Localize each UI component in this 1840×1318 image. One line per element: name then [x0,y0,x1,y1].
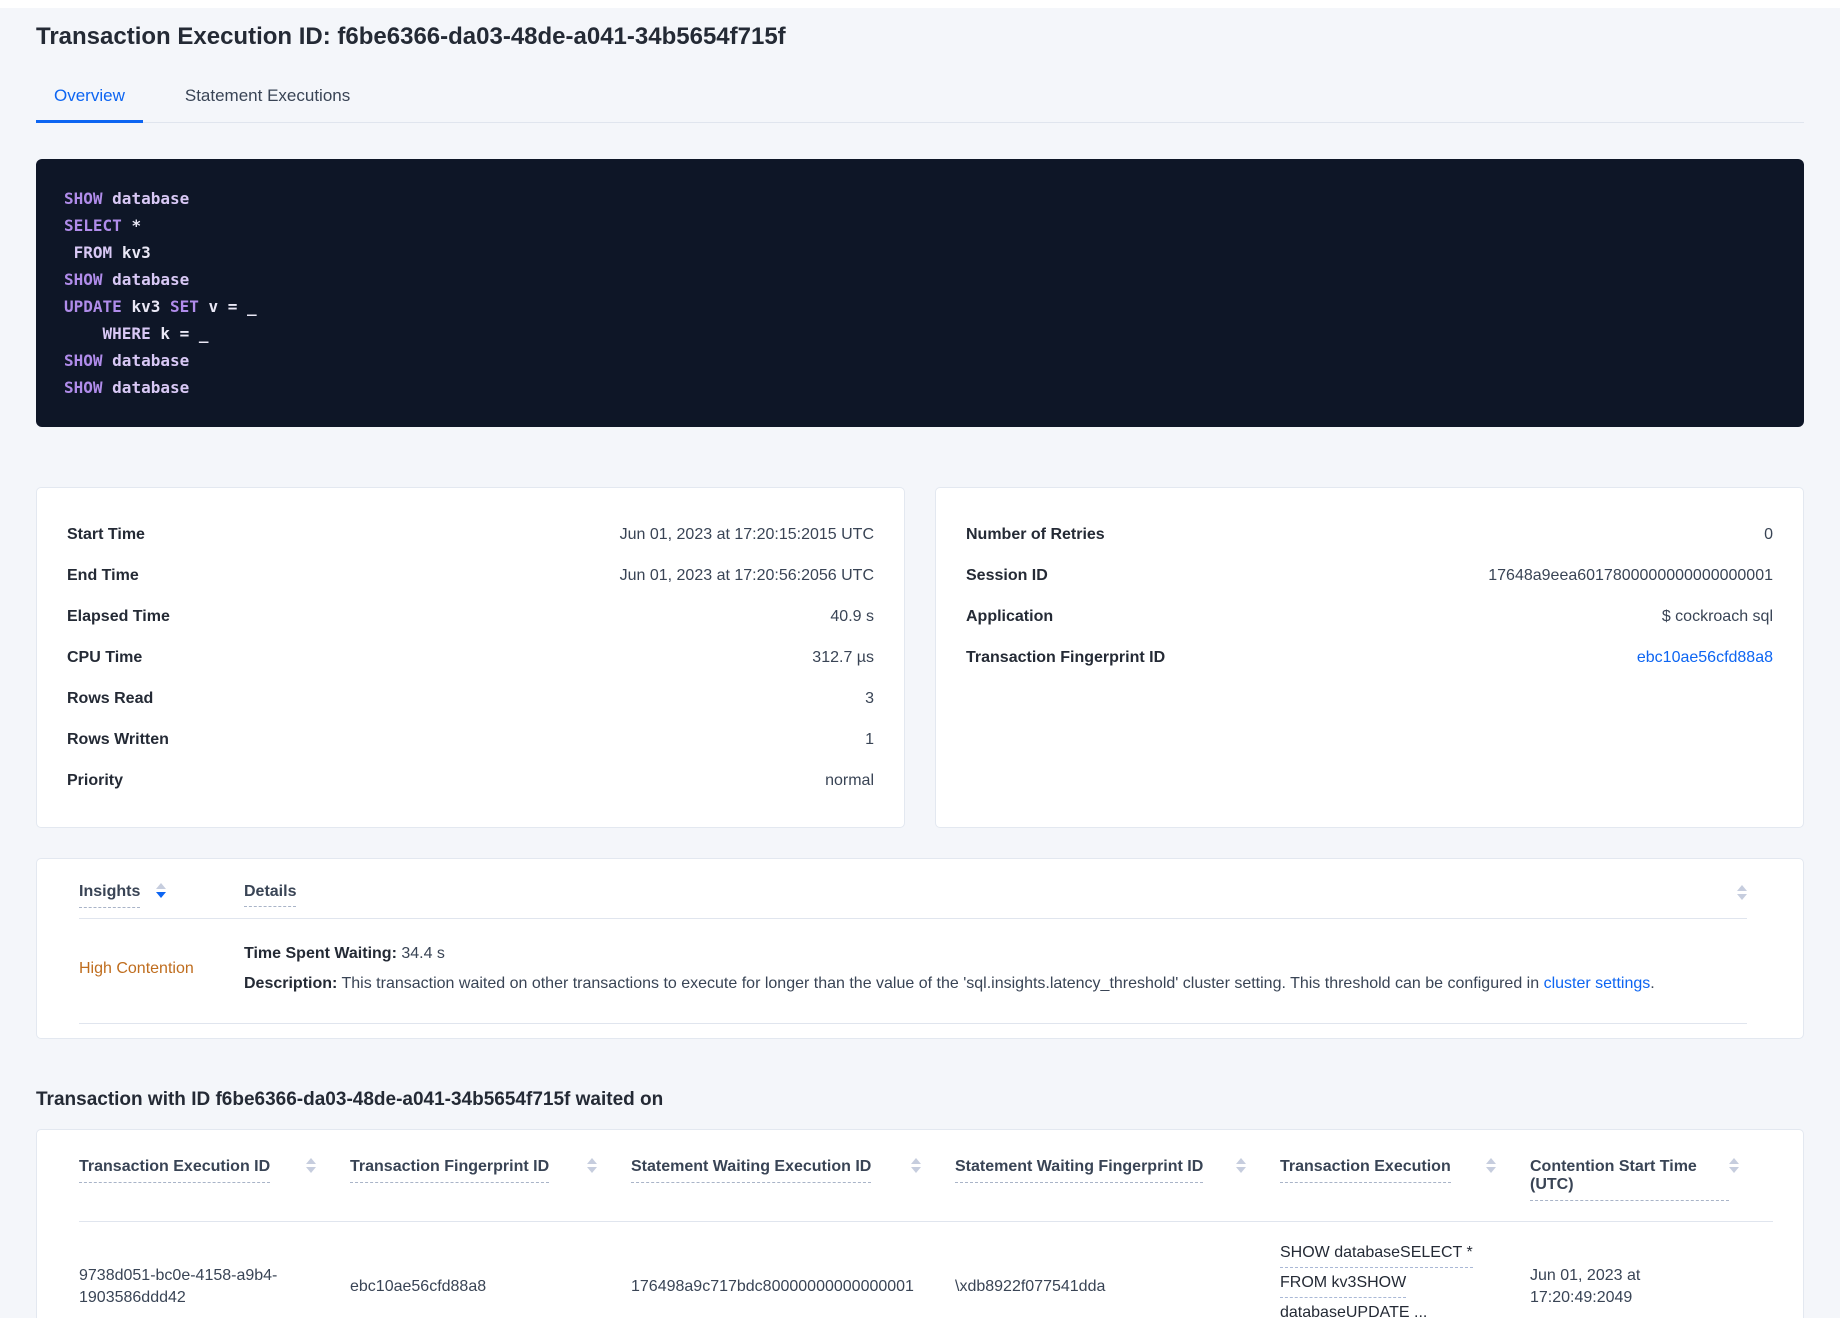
summary-label: CPU Time [67,649,143,666]
sort-up-icon [306,1158,316,1164]
sort-icon[interactable] [1236,1158,1246,1173]
summary-label: Rows Written [67,731,169,748]
summary-row: Priority normal [67,772,874,790]
description-label: Description: [244,975,338,992]
details-column-header[interactable]: Details [244,883,297,907]
description-suffix: . [1650,975,1655,992]
column-header-statement-waiting-execution-id[interactable]: Statement Waiting Execution ID [631,1158,872,1183]
sort-up-icon [1729,1158,1739,1164]
summary-row: Rows Written 1 [67,731,874,749]
summary-label: End Time [67,567,139,584]
sort-icon[interactable] [911,1158,921,1173]
top-strip [0,0,1840,8]
insight-row: High Contention Time Spent Waiting: 34.4… [79,919,1747,1024]
sort-down-icon [1729,1167,1739,1173]
description-text: This transaction waited on other transac… [341,975,1544,992]
summary-cards-row: Start Time Jun 01, 2023 at 17:20:15:2015… [36,487,1804,828]
summary-row: Rows Read 3 [67,690,874,708]
summary-value: 312.7 µs [812,649,874,666]
summary-value: 1 [865,731,874,748]
transaction-execution-id-cell: 9738d051-bc0e-4158-a9b4-1903586ddd42 [79,1267,278,1306]
summary-row: Number of Retries 0 [966,526,1773,544]
insights-column-header[interactable]: Insights [79,883,141,908]
tab-bar: Overview Statement Executions [36,86,1804,123]
session-summary-card: Number of Retries 0 Session ID 17648a9ee… [935,487,1804,828]
summary-row: Session ID 17648a9eea6017800000000000000… [966,567,1773,585]
summary-value: 0 [1764,526,1773,543]
page-title: Transaction Execution ID: f6be6366-da03-… [36,23,786,50]
insights-table-header: Insights Details [79,859,1747,919]
sort-icon[interactable] [1486,1158,1496,1173]
statement-waiting-execution-id-cell: 176498a9c717bdc80000000000000001 [631,1278,914,1295]
waited-on-heading: Transaction with ID f6be6366-da03-48de-a… [36,1089,664,1110]
insight-type-label: High Contention [79,960,194,977]
summary-value: normal [825,772,874,789]
time-spent-waiting-value: 34.4 s [401,945,445,962]
waited-on-table-header: Transaction Execution ID Transaction Fin… [79,1130,1773,1222]
summary-value: Jun 01, 2023 at 17:20:56:2056 UTC [619,567,874,584]
sort-down-icon [1236,1167,1246,1173]
summary-value: $ cockroach sql [1661,608,1773,625]
insights-table-card: Insights Details High Contention Time Sp… [36,858,1804,1039]
summary-row: End Time Jun 01, 2023 at 17:20:56:2056 U… [67,567,874,585]
sort-icon[interactable] [306,1158,316,1173]
summary-label: Session ID [966,567,1048,584]
summary-label: Start Time [67,526,145,543]
transaction-execution-statement-link[interactable]: SHOW databaseSELECT * FROM kv3SHOW databas… [1280,1222,1530,1318]
tab-statement-executions[interactable]: Statement Executions [167,86,368,122]
column-header-statement-waiting-fingerprint-id[interactable]: Statement Waiting Fingerprint ID [955,1158,1204,1183]
transaction-fingerprint-id-cell: ebc10ae56cfd88a8 [350,1278,487,1295]
sort-down-icon [587,1167,597,1173]
sort-icon[interactable] [1737,885,1747,900]
summary-value: 40.9 s [830,608,874,625]
summary-row: Start Time Jun 01, 2023 at 17:20:15:2015… [67,526,874,544]
sort-icon[interactable] [1729,1158,1739,1173]
sort-down-icon [1486,1167,1496,1173]
sort-down-icon [1737,894,1747,900]
column-header-transaction-execution[interactable]: Transaction Execution [1280,1158,1451,1183]
column-header-transaction-fingerprint-id[interactable]: Transaction Fingerprint ID [350,1158,550,1183]
sort-up-icon [1486,1158,1496,1164]
summary-row: Application $ cockroach sql [966,608,1773,626]
column-header-transaction-execution-id[interactable]: Transaction Execution ID [79,1158,271,1183]
time-spent-waiting-label: Time Spent Waiting: [244,945,397,962]
summary-label: Number of Retries [966,526,1105,543]
sort-down-icon [156,892,167,898]
summary-row: Elapsed Time 40.9 s [67,608,874,626]
table-row: 9738d051-bc0e-4158-a9b4-1903586ddd42 ebc… [79,1222,1773,1318]
cluster-settings-link[interactable]: cluster settings [1544,975,1651,992]
sort-up-icon [911,1158,921,1164]
transaction-fingerprint-link[interactable]: ebc10ae56cfd88a8 [1637,649,1773,667]
summary-label: Transaction Fingerprint ID [966,649,1166,666]
transaction-details-page: Transaction Execution ID: f6be6366-da03-… [0,22,1840,1318]
summary-value: 17648a9eea6017800000000000000001 [1488,567,1773,584]
tab-overview[interactable]: Overview [36,86,143,123]
insight-details: Time Spent Waiting: 34.4 s Description: … [244,945,1655,993]
sort-icon[interactable] [587,1158,597,1173]
summary-row: CPU Time 312.7 µs [67,649,874,667]
sort-down-icon [306,1167,316,1173]
summary-label: Elapsed Time [67,608,170,625]
statement-waiting-fingerprint-id-cell: \xdb8922f077541dda [955,1278,1106,1295]
summary-label: Priority [67,772,124,789]
sort-up-icon [587,1158,597,1164]
execution-summary-card: Start Time Jun 01, 2023 at 17:20:15:2015… [36,487,905,828]
summary-row: Transaction Fingerprint ID ebc10ae56cfd8… [966,649,1773,667]
sort-up-icon [156,883,167,889]
sort-icon[interactable] [156,883,167,898]
summary-value: 3 [865,690,874,707]
contention-start-time-cell: Jun 01, 2023 at 17:20:49:2049 [1530,1267,1641,1306]
summary-label: Application [966,608,1054,625]
summary-value: Jun 01, 2023 at 17:20:15:2015 UTC [619,526,874,543]
column-header-contention-start-time[interactable]: Contention Start Time (UTC) [1530,1158,1729,1201]
sql-statement-box: SHOW database SELECT * FROM kv3 SHOW datab… [36,159,1804,427]
sort-up-icon [1737,885,1747,891]
sort-down-icon [911,1167,921,1173]
waited-on-table-card: Transaction Execution ID Transaction Fin… [36,1129,1804,1318]
summary-label: Rows Read [67,690,154,707]
sort-up-icon [1236,1158,1246,1164]
